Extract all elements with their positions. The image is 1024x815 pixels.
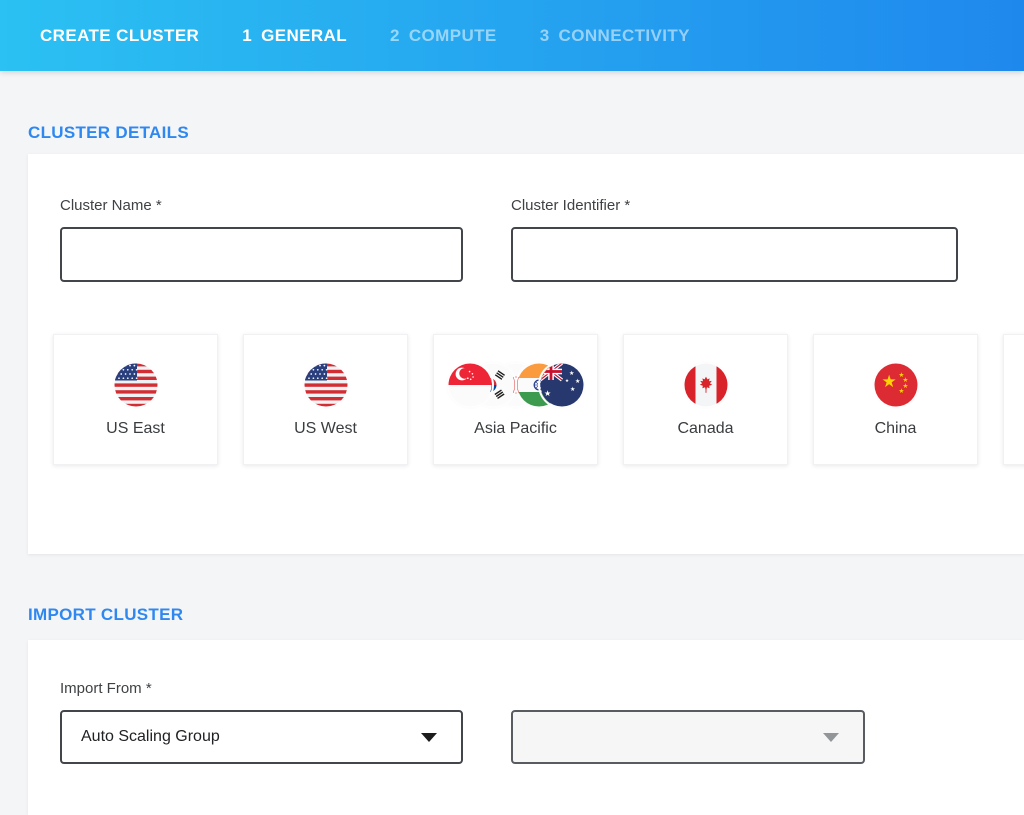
tab-general[interactable]: 1 GENERAL: [242, 26, 347, 46]
region-flag-group: ★ ★ ★ ★ ★: [448, 363, 584, 407]
canada-flag-icon: [684, 363, 728, 407]
wizard-steps: 1 GENERAL 2 COMPUTE 3 CONNECTIVITY: [242, 26, 690, 46]
cluster-identifier-field: Cluster Identifier *: [511, 197, 958, 282]
step-label: COMPUTE: [409, 26, 497, 46]
us-flag-icon: [114, 363, 158, 407]
import-cluster-heading: IMPORT CLUSTER: [28, 554, 1024, 625]
cluster-identifier-label: Cluster Identifier *: [511, 197, 958, 214]
step-label: CONNECTIVITY: [559, 26, 690, 46]
china-flag-icon: ★ ★ ★ ★ ★: [874, 363, 918, 407]
region-label: Canada: [677, 420, 733, 438]
svg-text:★: ★: [881, 372, 896, 392]
cluster-name-label: Cluster Name *: [60, 197, 463, 214]
tab-connectivity[interactable]: 3 CONNECTIVITY: [540, 26, 690, 46]
import-source-select[interactable]: [511, 710, 865, 764]
svg-text:★: ★: [570, 386, 575, 393]
svg-text:★: ★: [575, 378, 580, 385]
region-card-us-east[interactable]: US East: [53, 334, 218, 465]
region-flag-group: ★ ★ ★ ★ ★: [874, 363, 918, 407]
step-label: GENERAL: [261, 26, 347, 46]
singapore-flag-icon: [448, 363, 492, 407]
dropdown-caret-icon: [823, 733, 839, 742]
create-cluster-title: CREATE CLUSTER: [40, 26, 199, 46]
cluster-details-card: Cluster Name * Cluster Identifier * US E…: [28, 154, 1024, 554]
dropdown-caret-icon: [421, 733, 437, 742]
region-label: Asia Pacific: [474, 420, 557, 438]
import-from-label: Import From *: [60, 680, 1024, 697]
page-content: CLUSTER DETAILS Cluster Name * Cluster I…: [0, 71, 1024, 815]
step-number: 2: [390, 26, 400, 46]
region-flag-group: [684, 363, 728, 407]
svg-text:★: ★: [898, 387, 904, 395]
region-list: US East US West ★ ★ ★ ★ ★ Asia Pacific Can…: [53, 334, 1024, 465]
cluster-identifier-input[interactable]: [511, 227, 958, 282]
step-number: 1: [242, 26, 252, 46]
region-card-us-west[interactable]: US West: [243, 334, 408, 465]
region-card-china[interactable]: ★ ★ ★ ★ ★ China: [813, 334, 978, 465]
us-flag-icon: [304, 363, 348, 407]
region-flag-group: [114, 363, 158, 407]
svg-text:★: ★: [569, 370, 574, 377]
region-card-canada[interactable]: Canada: [623, 334, 788, 465]
region-card-partial[interactable]: [1003, 334, 1024, 465]
cluster-name-input[interactable]: [60, 227, 463, 282]
wizard-header: CREATE CLUSTER 1 GENERAL 2 COMPUTE 3 CONNECTI…: [0, 0, 1024, 71]
step-number: 3: [540, 26, 550, 46]
cluster-name-field: Cluster Name *: [60, 197, 463, 282]
import-from-selected-value: Auto Scaling Group: [81, 728, 220, 746]
region-label: US East: [106, 420, 165, 438]
import-from-select[interactable]: Auto Scaling Group: [60, 710, 463, 764]
region-flag-group: [304, 363, 348, 407]
svg-text:★: ★: [565, 378, 569, 384]
region-label: US West: [294, 420, 357, 438]
import-cluster-card: Import From * Auto Scaling Group: [28, 640, 1024, 815]
region-label: China: [875, 420, 917, 438]
tab-compute[interactable]: 2 COMPUTE: [390, 26, 497, 46]
australia-flag-icon: ★ ★ ★ ★ ★: [540, 363, 584, 407]
region-card-asia-pacific[interactable]: ★ ★ ★ ★ ★ Asia Pacific: [433, 334, 598, 465]
svg-text:★: ★: [544, 389, 551, 398]
cluster-details-heading: CLUSTER DETAILS: [28, 71, 1024, 143]
